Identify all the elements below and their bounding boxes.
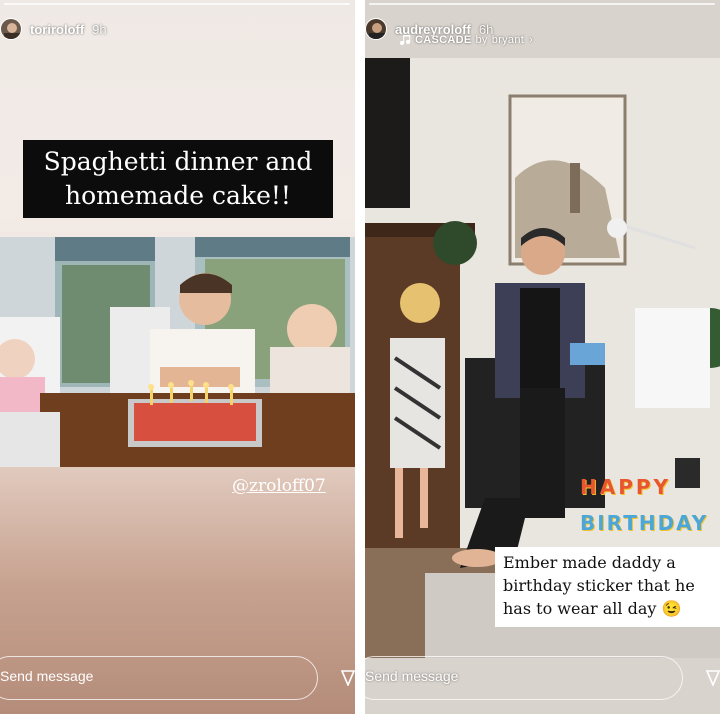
- story-progress-bar: [369, 3, 715, 5]
- post-time: 9h: [92, 21, 107, 37]
- birthday-dinner-photo: [0, 237, 355, 467]
- music-song: CASCADE: [415, 34, 472, 46]
- story-text-sticker: Ember made daddy a birthday sticker that…: [495, 547, 720, 627]
- birthday-sticker: HAPPY BIRTHDAY: [580, 475, 715, 550]
- send-message-placeholder: Send message: [365, 668, 459, 684]
- avatar[interactable]: [0, 18, 22, 40]
- birthday-sticker-happy: HAPPY: [580, 475, 672, 499]
- caption-text-box: Spaghetti dinner and homemade cake!!: [23, 140, 333, 218]
- send-message-placeholder: Send message: [0, 668, 94, 684]
- music-by-separator: by: [475, 34, 488, 46]
- birthday-sticker-birthday: BIRTHDAY: [580, 511, 709, 535]
- avatar-image: [1, 19, 21, 39]
- username[interactable]: toriroloff: [30, 22, 84, 37]
- send-message-row: Send message: [0, 656, 355, 700]
- story-progress-bar: [4, 3, 350, 5]
- chevron-right-icon: ›: [529, 34, 534, 46]
- story-header: toriroloff 9h: [0, 12, 107, 46]
- send-icon[interactable]: [706, 670, 720, 686]
- send-message-row: Send message: [365, 656, 720, 700]
- story-panel-left[interactable]: toriroloff 9h Spaghetti dinner and homem…: [0, 0, 355, 714]
- music-note-icon: [400, 35, 411, 45]
- avatar[interactable]: [365, 18, 387, 40]
- mention-tag[interactable]: @zroloff07: [232, 476, 326, 496]
- music-attribution[interactable]: CASCADE by bryant ›: [399, 34, 533, 46]
- avatar-image: [366, 19, 386, 39]
- music-artist: bryant: [491, 34, 525, 46]
- send-icon[interactable]: [341, 670, 355, 686]
